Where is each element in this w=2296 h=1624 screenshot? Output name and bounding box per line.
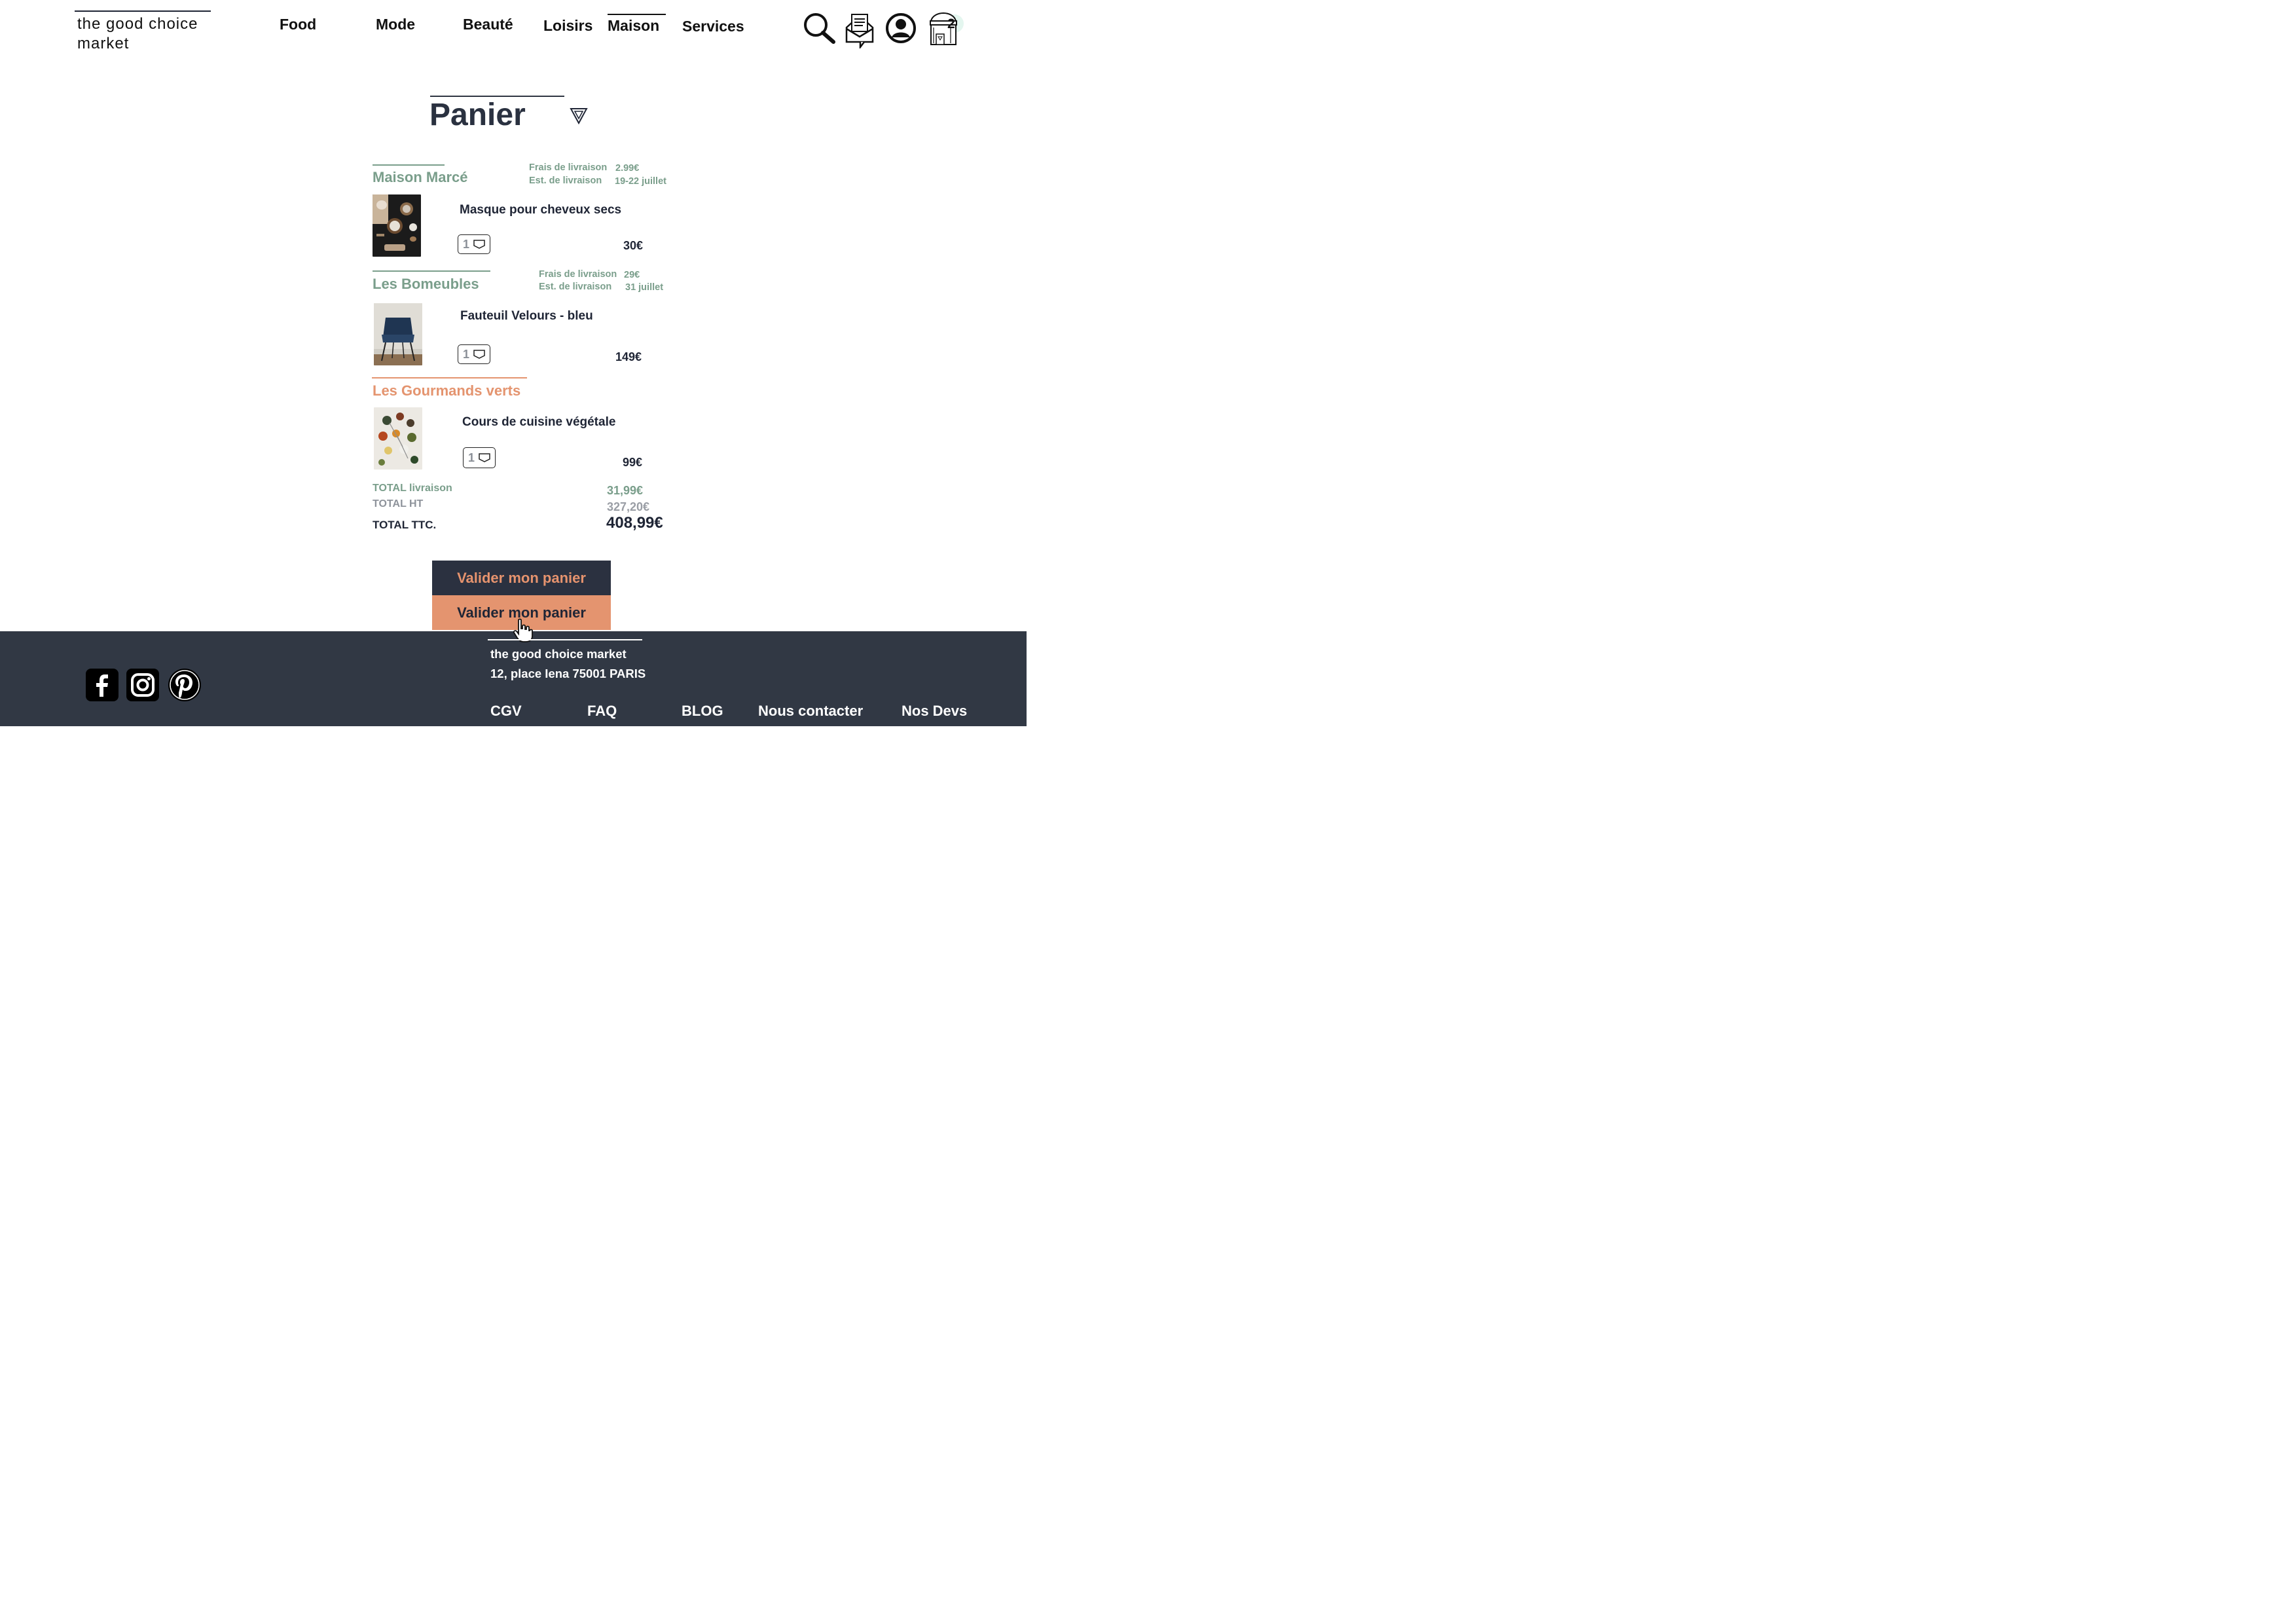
- total-delivery-label: TOTAL livraison: [373, 483, 452, 494]
- cart-button[interactable]: 2: [927, 9, 965, 47]
- search-icon[interactable]: [803, 12, 837, 45]
- footer-link-devs[interactable]: Nos Devs: [902, 703, 967, 720]
- product-image-armchair[interactable]: [374, 303, 422, 365]
- delivery-estimate-label: Est. de livraison: [529, 175, 602, 186]
- vendor-underline: [373, 164, 445, 166]
- facebook-icon[interactable]: [85, 668, 119, 702]
- product-name[interactable]: Cours de cuisine végétale: [462, 415, 615, 430]
- footer-company: the good choice market: [490, 647, 627, 661]
- product-image-hair-mask[interactable]: [373, 194, 421, 257]
- vendor-name[interactable]: Maison Marcé: [373, 169, 468, 186]
- vendor-name[interactable]: Les Bomeubles: [373, 276, 479, 293]
- message-icon[interactable]: [845, 12, 875, 48]
- validate-cart-button[interactable]: Valider mon panier: [432, 561, 611, 595]
- chevron-down-icon: [479, 453, 490, 462]
- vendor-name[interactable]: Les Gourmands verts: [373, 382, 520, 399]
- cart-icon: [930, 12, 964, 45]
- product-image-cooking-class[interactable]: [374, 407, 422, 470]
- nav-item-loisirs[interactable]: Loisirs: [543, 17, 592, 35]
- page-title: Panier: [429, 98, 526, 132]
- chevron-down-icon[interactable]: [570, 107, 588, 125]
- chevron-down-icon: [473, 350, 485, 359]
- shipping-fee-value: 2.99€: [615, 163, 640, 174]
- quantity-selector[interactable]: 1: [458, 234, 490, 254]
- nav-item-mode[interactable]: Mode: [376, 16, 415, 33]
- total-ht-value: 327,20€: [607, 500, 650, 513]
- product-price: 99€: [623, 456, 643, 469]
- chevron-down-icon: [473, 240, 485, 249]
- total-delivery-value: 31,99€: [607, 484, 644, 497]
- shipping-fee-label: Frais de livraison: [539, 269, 617, 280]
- cart-count-badge: 2: [947, 16, 955, 31]
- pinterest-icon[interactable]: [168, 668, 202, 702]
- quantity-selector[interactable]: 1: [463, 447, 496, 468]
- shipping-fee-value: 29€: [624, 270, 640, 280]
- quantity-selector[interactable]: 1: [458, 344, 490, 364]
- delivery-estimate-value: 31 juillet: [625, 282, 664, 293]
- site-logo[interactable]: the good choice market: [77, 14, 228, 54]
- account-icon[interactable]: [885, 12, 917, 44]
- nav-item-maison[interactable]: Maison: [608, 17, 659, 35]
- nav-item-services[interactable]: Services: [682, 18, 744, 35]
- nav-item-food[interactable]: Food: [280, 16, 316, 33]
- vendor-underline: [373, 270, 490, 272]
- total-ht-label: TOTAL HT: [373, 498, 424, 509]
- shipping-fee-label: Frais de livraison: [529, 162, 608, 173]
- logo-underline: [75, 10, 211, 12]
- delivery-estimate-label: Est. de livraison: [539, 282, 612, 292]
- delivery-estimate-value: 19-22 juillet: [615, 176, 666, 187]
- footer-link-blog[interactable]: BLOG: [682, 703, 723, 720]
- nav-item-beaute[interactable]: Beauté: [463, 16, 513, 33]
- quantity-value: 1: [463, 237, 470, 251]
- footer-link-cgv[interactable]: CGV: [490, 703, 522, 720]
- total-ttc-value: 408,99€: [606, 514, 663, 532]
- product-name[interactable]: Fauteuil Velours - bleu: [460, 309, 593, 323]
- quantity-value: 1: [468, 451, 475, 464]
- nav-active-indicator: [608, 14, 666, 15]
- vendor-underline: [372, 377, 527, 378]
- footer-link-faq[interactable]: FAQ: [587, 703, 617, 720]
- instagram-icon[interactable]: [126, 668, 160, 702]
- product-price: 149€: [615, 350, 642, 363]
- product-price: 30€: [623, 239, 644, 252]
- total-ttc-label: TOTAL TTC.: [373, 519, 437, 531]
- quantity-value: 1: [463, 347, 470, 361]
- footer-link-contact[interactable]: Nous contacter: [758, 703, 863, 720]
- footer-address: 12, place Iena 75001 PARIS: [490, 667, 646, 680]
- product-name[interactable]: Masque pour cheveux secs: [460, 203, 621, 217]
- footer-underline: [488, 639, 642, 640]
